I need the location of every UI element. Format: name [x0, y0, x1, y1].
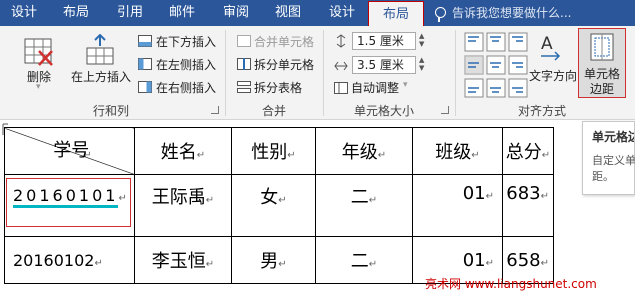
cell-margins-tooltip: 单元格边 自定义单 距。 [582, 121, 635, 195]
table-cell[interactable]: 男↵ [231, 236, 316, 284]
autofit-icon [334, 82, 348, 94]
tab-review[interactable]: 审阅 [214, 0, 258, 26]
cell-gender: 男 [260, 251, 279, 272]
header-grade: 年级 [341, 142, 378, 163]
cell-name: 王际禹 [151, 187, 206, 208]
cell-name: 李玉恒 [151, 251, 206, 272]
merge-group-label: 合并 [262, 104, 287, 118]
rows-columns-launcher-icon[interactable] [211, 106, 219, 114]
table-cell[interactable]: 二↵ [315, 174, 413, 237]
tooltip-desc-1: 自定义单 [592, 154, 635, 167]
tab-table-layout[interactable]: 布局 [368, 1, 424, 27]
tooltip-title: 单元格边 [592, 130, 634, 144]
split-table-icon [237, 81, 251, 93]
cell-margins-icon [590, 33, 614, 61]
tab-design[interactable]: 设计 [2, 0, 46, 26]
table-cell[interactable]: 683↵ [502, 174, 554, 237]
table-cell[interactable]: 李玉恒↵ [134, 236, 232, 284]
tooltip-desc-2: 距。 [592, 170, 614, 183]
header-student-id: 学号 [53, 140, 90, 161]
column-width-stepper-icon[interactable]: ▲ ▼ [419, 56, 424, 72]
table-header-cell[interactable]: 年级↵ [315, 127, 413, 175]
tab-view[interactable]: 视图 [266, 0, 310, 26]
insert-below-icon[interactable] [138, 35, 152, 47]
insert-above-icon[interactable] [85, 34, 115, 66]
merge-cells-button[interactable]: 合并单元格 [254, 33, 314, 50]
group-divider [225, 30, 226, 116]
selection-highlight [6, 178, 131, 227]
table-cell[interactable]: 20160102↵ [4, 236, 135, 284]
table-header-cell[interactable]: 班级↵ [412, 127, 503, 175]
cell-total-score: 683 [506, 183, 541, 204]
cell-gender: 女 [260, 187, 279, 208]
header-class: 班级 [435, 142, 472, 163]
cell-margins-label-2: 边距 [590, 82, 615, 96]
header-total-score: 总分 [505, 142, 542, 163]
row-height-icon [336, 34, 346, 48]
alignment-grid-icon[interactable] [464, 32, 530, 98]
table-header-row: 学号↵ 姓名↵ 性别↵ 年级↵ 班级↵ 总分↵ [4, 127, 554, 175]
insert-right-icon[interactable] [138, 81, 152, 93]
svg-text:A: A [541, 34, 553, 54]
cell-size-launcher-icon[interactable] [441, 106, 449, 114]
cell-class: 01 [462, 249, 486, 271]
column-width-input[interactable]: 3.5 厘米 [352, 56, 416, 74]
autofit-button[interactable]: 自动调整 [351, 79, 399, 96]
table-cell[interactable]: 女↵ [231, 174, 316, 237]
insert-left-button[interactable]: 在左侧插入 [156, 56, 216, 73]
cell-size-group-label: 单元格大小 [354, 104, 415, 118]
text-direction-button[interactable]: 文字方向 [529, 67, 577, 84]
ribbon: 删除 ▾ 在上方插入 在下方插入 在左侧插入 在右侧插入 行和列 合并单元格 拆… [0, 26, 635, 120]
group-divider [455, 30, 456, 116]
header-gender: 性别 [251, 142, 288, 163]
table-header-cell[interactable]: 学号↵ [4, 127, 135, 175]
split-cells-icon [237, 58, 251, 70]
table-cell[interactable]: 二↵ [315, 236, 413, 284]
row-height-stepper-icon[interactable]: ▲ ▼ [419, 32, 424, 48]
cell-class: 01 [462, 183, 486, 204]
insert-above-button[interactable]: 在上方插入 [71, 68, 131, 85]
tab-mailings[interactable]: 邮件 [160, 0, 204, 26]
delete-dropdown-icon[interactable]: ▾ [36, 82, 41, 92]
autofit-dropdown-icon[interactable]: ▾ [403, 80, 408, 90]
rows-columns-group-label: 行和列 [93, 104, 130, 118]
insert-below-button[interactable]: 在下方插入 [156, 33, 216, 50]
tab-references[interactable]: 引用 [108, 0, 152, 26]
tab-table-design[interactable]: 设计 [320, 0, 364, 26]
cell-grade: 二 [350, 251, 369, 272]
delete-table-icon[interactable] [24, 38, 54, 66]
tab-layout-page[interactable]: 布局 [54, 0, 98, 26]
watermark: 亮术网 www.liangshunet.com [425, 277, 597, 291]
row-height-input[interactable]: 1.5 厘米 [352, 32, 416, 50]
split-cells-button[interactable]: 拆分单元格 [254, 56, 314, 73]
tell-me-search[interactable]: 告诉我您想要做什么... [452, 0, 571, 26]
table-cell[interactable]: 王际禹↵ [134, 174, 232, 237]
cell-grade: 二 [350, 187, 369, 208]
split-table-button[interactable]: 拆分表格 [254, 79, 302, 96]
column-width-icon [334, 61, 348, 71]
group-divider [323, 30, 324, 116]
merge-cells-icon [237, 35, 251, 47]
insert-right-button[interactable]: 在右侧插入 [156, 79, 216, 96]
ribbon-tab-bar: 设计 布局 引用 邮件 审阅 视图 设计 布局 告诉我您想要做什么... [0, 0, 635, 27]
table-header-cell[interactable]: 姓名↵ [134, 127, 232, 175]
cell-total-score: 658 [506, 249, 541, 271]
cell-margins-button[interactable]: 单元格 边距 [578, 28, 626, 98]
table-header-cell[interactable]: 性别↵ [231, 127, 316, 175]
table-header-cell[interactable]: 总分↵ [502, 127, 554, 175]
table-cell[interactable]: 01↵ [412, 174, 503, 237]
header-name: 姓名 [160, 142, 197, 163]
lightbulb-search-icon[interactable] [435, 7, 446, 22]
insert-left-icon[interactable] [138, 58, 152, 70]
alignment-group-label: 对齐方式 [518, 104, 567, 118]
cell-student-id: 20160102 [13, 250, 95, 270]
text-direction-icon[interactable]: A [539, 32, 561, 62]
